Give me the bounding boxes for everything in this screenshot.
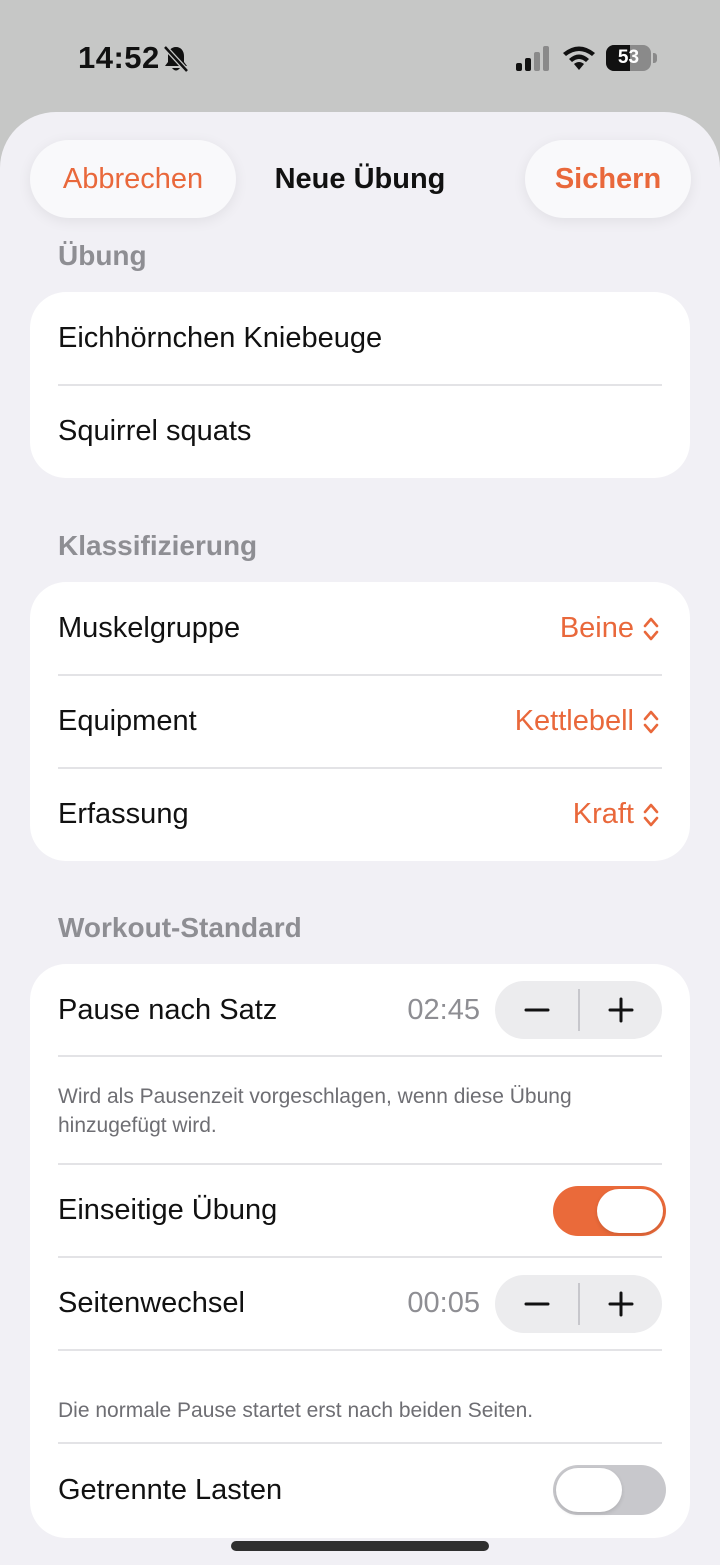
unilateral-label: Einseitige Übung — [58, 1194, 278, 1226]
separate-loads-row: Getrennte Lasten — [30, 1443, 690, 1538]
separate-loads-label: Getrennte Lasten — [58, 1474, 283, 1506]
muscle-group-picker[interactable]: Beine — [560, 582, 660, 675]
exercise-name-en-field[interactable]: Squirrel squats — [30, 385, 690, 478]
chevron-up-down-icon — [643, 617, 659, 640]
side-switch-decrement-button[interactable] — [495, 1275, 578, 1333]
side-switch-row: Seitenwechsel 00:05 — [30, 1257, 690, 1350]
page-title: Neue Übung — [274, 163, 446, 195]
chevron-up-down-icon — [643, 803, 659, 826]
battery-cap — [653, 53, 657, 63]
tracking-value: Kraft — [572, 798, 634, 830]
battery-level: 53 — [617, 47, 640, 68]
tracking-row: Erfassung Kraft — [30, 768, 690, 861]
exercise-name-de-field[interactable]: Eichhörnchen Kniebeuge — [30, 292, 690, 385]
minus-icon — [524, 1302, 549, 1306]
separate-loads-toggle[interactable] — [553, 1465, 666, 1515]
cellular-signal-icon — [516, 46, 549, 71]
equipment-picker[interactable]: Kettlebell — [515, 675, 660, 768]
bell-slash-icon — [163, 45, 189, 73]
rest-increment-button[interactable] — [579, 981, 662, 1039]
rest-after-set-label: Pause nach Satz — [58, 993, 278, 1026]
section-header-classification: Klassifizierung — [58, 530, 258, 561]
exercise-name-en-text: Squirrel squats — [58, 415, 252, 447]
classification-card: Muskelgruppe Beine Equipment Kettlebell — [30, 582, 690, 861]
divider — [58, 1349, 662, 1351]
section-header-workout-defaults: Workout-Standard — [58, 912, 302, 943]
tracking-label: Erfassung — [58, 798, 189, 830]
exercise-name-card: Eichhörnchen Kniebeuge Squirrel squats — [30, 292, 690, 478]
rest-after-set-row: Pause nach Satz 02:45 — [30, 964, 690, 1056]
tracking-picker[interactable]: Kraft — [573, 768, 660, 861]
new-exercise-sheet: Abbrechen Neue Übung Sichern Übung Eichh… — [0, 112, 720, 1565]
wifi-icon — [563, 46, 595, 70]
status-time: 14:52 — [78, 40, 160, 75]
minus-icon — [524, 1008, 549, 1012]
rest-footnote: Wird als Pausenzeit vorgeschlagen, wenn … — [58, 1085, 572, 1137]
rest-stepper — [495, 981, 662, 1039]
plus-icon — [608, 997, 633, 1023]
plus-icon — [608, 1291, 633, 1317]
unilateral-row: Einseitige Übung — [30, 1164, 690, 1257]
chevron-up-down-icon — [643, 710, 659, 733]
workout-defaults-card: Pause nach Satz 02:45 Wird als Pausenzei… — [30, 964, 690, 1538]
divider — [58, 1055, 662, 1057]
rest-after-set-value: 02:45 — [407, 993, 480, 1026]
battery-icon: 53 — [606, 45, 657, 71]
side-switch-footnote: Die normale Pause startet erst nach beid… — [58, 1399, 534, 1422]
muscle-group-value: Beine — [559, 612, 634, 644]
rest-decrement-button[interactable] — [495, 981, 578, 1039]
section-header-exercise: Übung — [58, 240, 147, 271]
equipment-row: Equipment Kettlebell — [30, 675, 690, 768]
battery-body: 53 — [606, 45, 651, 71]
muscle-group-row: Muskelgruppe Beine — [30, 582, 690, 675]
exercise-name-de-text: Eichhörnchen Kniebeuge — [58, 322, 383, 354]
home-indicator — [231, 1541, 489, 1551]
equipment-value: Kettlebell — [514, 705, 634, 737]
toggle-knob — [597, 1189, 663, 1233]
side-switch-increment-button[interactable] — [579, 1275, 662, 1333]
equipment-label: Equipment — [58, 705, 197, 737]
unilateral-toggle[interactable] — [553, 1186, 666, 1236]
save-button[interactable]: Sichern — [525, 140, 691, 218]
side-switch-stepper — [495, 1275, 662, 1333]
muscle-group-label: Muskelgruppe — [58, 612, 241, 644]
side-switch-value: 00:05 — [407, 1287, 480, 1319]
status-bar: 14:52 53 — [0, 0, 720, 112]
side-switch-label: Seitenwechsel — [58, 1287, 245, 1319]
toggle-knob — [556, 1468, 622, 1512]
